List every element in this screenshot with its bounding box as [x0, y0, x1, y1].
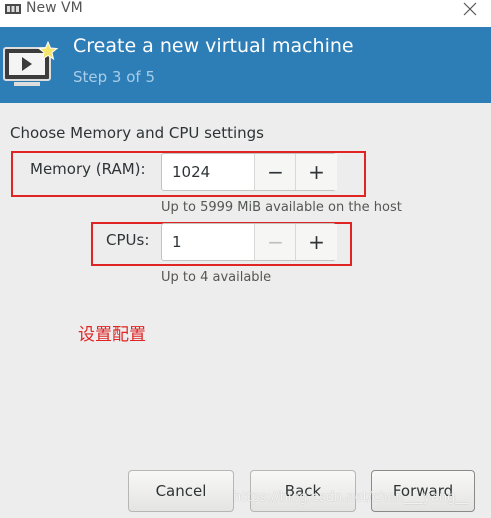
- wizard-header: Create a new virtual machine Step 3 of 5: [0, 27, 491, 103]
- window-titlebar: New VM: [0, 0, 491, 27]
- section-title: Choose Memory and CPU settings: [10, 124, 264, 142]
- memory-label: Memory (RAM):: [30, 160, 146, 178]
- memory-value[interactable]: 1024: [172, 163, 210, 181]
- window-title: New VM: [26, 0, 83, 16]
- close-icon[interactable]: [462, 1, 478, 17]
- cpus-hint: Up to 4 available: [161, 270, 272, 285]
- wizard-title: Create a new virtual machine: [73, 35, 354, 57]
- watermark-text: https://blog.csdn.net/chen___yang__: [233, 490, 469, 505]
- annotation-text: 设置配置: [78, 325, 146, 345]
- new-vm-monitor-icon: [3, 40, 59, 86]
- cpus-value[interactable]: 1: [172, 233, 182, 251]
- virt-manager-app-icon: [5, 4, 21, 14]
- memory-hint: Up to 5999 MiB available on the host: [161, 200, 402, 215]
- cpus-label: CPUs:: [106, 231, 150, 249]
- wizard-step: Step 3 of 5: [73, 68, 156, 86]
- cancel-button[interactable]: Cancel: [128, 470, 234, 512]
- memory-stepper[interactable]: 1024 − +: [161, 153, 337, 191]
- cpus-increment-button[interactable]: +: [295, 224, 337, 260]
- memory-decrement-button[interactable]: −: [254, 154, 296, 190]
- cpus-decrement-button[interactable]: −: [254, 224, 296, 260]
- cpus-stepper[interactable]: 1 − +: [161, 223, 337, 261]
- memory-increment-button[interactable]: +: [295, 154, 337, 190]
